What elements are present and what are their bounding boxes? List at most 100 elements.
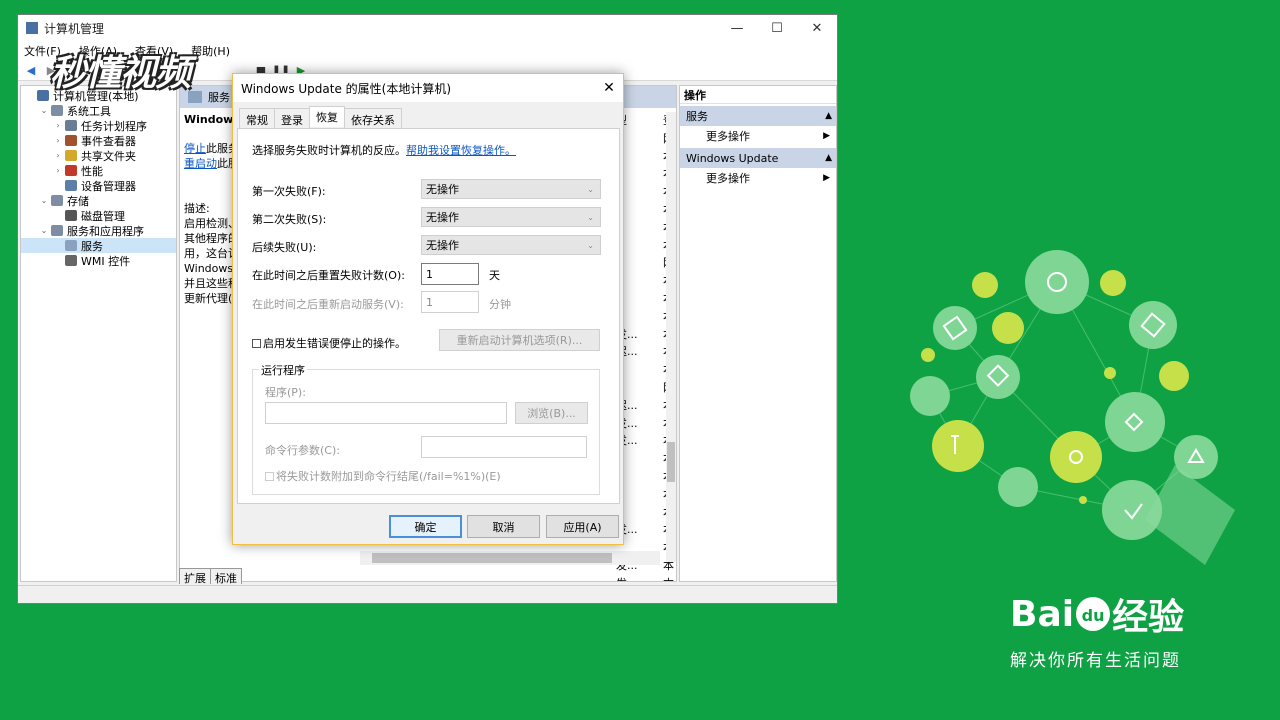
- browse-button[interactable]: 浏览(B)...: [515, 402, 588, 424]
- tree-node-label: 性能: [81, 164, 103, 178]
- chevron-down-icon: ⌄: [587, 184, 594, 194]
- second-failure-select[interactable]: 无操作 ⌄: [421, 207, 601, 227]
- tree-expander-icon[interactable]: ›: [53, 166, 63, 175]
- tab-extended[interactable]: 扩展: [179, 568, 211, 585]
- append-fail-count-row[interactable]: 将失败计数附加到命令行结尾(/fail=%1%)(E): [265, 468, 501, 484]
- submenu-arrow-icon: ▶: [823, 131, 830, 141]
- tree-node-label: 服务: [81, 239, 103, 253]
- subsequent-failure-select[interactable]: 无操作 ⌄: [421, 235, 601, 255]
- reset-count-unit: 天: [489, 269, 500, 282]
- tree-node[interactable]: ⌄ 系统工具: [21, 103, 176, 118]
- section-title: Windows Update: [686, 151, 779, 165]
- tree-node[interactable]: ⌄ 存储: [21, 193, 176, 208]
- more-actions-label: 更多操作: [706, 172, 750, 185]
- ok-button[interactable]: 确定: [389, 515, 462, 538]
- command-args-input[interactable]: [421, 436, 587, 458]
- minimize-button[interactable]: —: [717, 15, 757, 41]
- reset-count-label: 在此时间之后重置失败计数(O):: [252, 269, 405, 282]
- tree-node[interactable]: › 事件查看器: [21, 133, 176, 148]
- computer-management-icon: [26, 22, 38, 34]
- help-link[interactable]: 帮助我设置恢复操作。: [406, 144, 516, 157]
- collapse-icon: ▲: [825, 153, 832, 163]
- reset-count-input[interactable]: 1: [421, 263, 479, 285]
- program-label: 程序(P):: [265, 386, 306, 399]
- more-actions-label: 更多操作: [706, 130, 750, 143]
- tree-node[interactable]: 磁盘管理: [21, 208, 176, 223]
- tree-expander-icon[interactable]: ⌄: [39, 196, 49, 205]
- tree-expander-icon[interactable]: ›: [53, 121, 63, 130]
- tree-node-icon: [65, 210, 77, 221]
- lightbulb-network-illustration: [910, 250, 1235, 565]
- more-actions-item[interactable]: 更多操作 ▶: [680, 168, 836, 188]
- vertical-scrollbar[interactable]: [666, 112, 676, 562]
- window-title: 计算机管理: [44, 21, 105, 36]
- tree-node-icon: [51, 225, 63, 236]
- tree-node[interactable]: › 任务计划程序: [21, 118, 176, 133]
- tree-expander-icon[interactable]: ›: [53, 136, 63, 145]
- close-button[interactable]: ✕: [797, 15, 837, 41]
- restart-computer-options-button[interactable]: 重新启动计算机选项(R)...: [439, 329, 600, 351]
- tree-node-icon: [51, 195, 63, 206]
- tab-recovery[interactable]: 恢复: [309, 106, 345, 127]
- back-icon[interactable]: ◀: [22, 63, 40, 79]
- scroll-thumb[interactable]: [372, 553, 612, 563]
- tree-node[interactable]: WMI 控件: [21, 253, 176, 268]
- tree-expander-icon[interactable]: ⌄: [39, 106, 49, 115]
- table-row[interactable]: 发... 本: [616, 575, 674, 581]
- tree-node-label: 事件查看器: [81, 134, 136, 148]
- tree-node-label: 设备管理器: [81, 179, 136, 193]
- section-title: 服务: [686, 110, 708, 123]
- append-fail-count-label: 将失败计数附加到命令行结尾(/fail=%1%)(E): [276, 470, 501, 483]
- run-program-group-title: 运行程序: [259, 362, 307, 378]
- menu-help[interactable]: 帮助(H): [191, 43, 230, 59]
- tree-expander-icon[interactable]: ›: [53, 151, 63, 160]
- enable-stop-actions-row[interactable]: 启用发生错误便停止的操作。: [252, 335, 406, 351]
- command-args-label: 命令行参数(C):: [265, 444, 340, 457]
- apply-button[interactable]: 应用(A): [546, 515, 619, 538]
- restart-service-link[interactable]: 重启动: [184, 157, 217, 170]
- tree-node-label: 共享文件夹: [81, 149, 136, 163]
- actions-section-windows-update[interactable]: Windows Update ▲: [680, 148, 836, 168]
- subsequent-failure-value: 无操作: [426, 239, 459, 252]
- more-actions-item[interactable]: 更多操作 ▶: [680, 126, 836, 146]
- maximize-button[interactable]: ☐: [757, 15, 797, 41]
- first-failure-label: 第一次失败(F):: [252, 185, 326, 198]
- service-properties-dialog: Windows Update 的属性(本地计算机) ✕ 常规 登录 恢复 依存关…: [232, 73, 624, 545]
- chevron-down-icon: ⌄: [587, 212, 594, 222]
- second-failure-label: 第二次失败(S):: [252, 213, 327, 226]
- horizontal-scrollbar[interactable]: [360, 551, 660, 565]
- tree-node-icon: [65, 240, 77, 251]
- video-watermark-logo: 秒懂视频: [50, 52, 191, 94]
- intro-text: 选择服务失败时计算机的反应。: [252, 144, 406, 157]
- restart-service-label: 在此时间之后重新启动服务(V):: [252, 298, 404, 311]
- collapse-icon: ▲: [825, 111, 832, 121]
- first-failure-select[interactable]: 无操作 ⌄: [421, 179, 601, 199]
- console-tree: 计算机管理(本地) ⌄ 系统工具 › 任务计划程序 › 事件查看器 › 共享文件夹 › 性能 设备管理…: [20, 85, 177, 582]
- dialog-title: Windows Update 的属性(本地计算机): [241, 81, 452, 96]
- dialog-close-button[interactable]: ✕: [595, 80, 623, 96]
- tree-node[interactable]: 服务: [21, 238, 176, 253]
- restart-service-input[interactable]: 1: [421, 291, 479, 313]
- paw-icon: du: [1076, 597, 1111, 631]
- cancel-button[interactable]: 取消: [467, 515, 540, 538]
- scroll-thumb[interactable]: [667, 442, 675, 482]
- program-input[interactable]: [265, 402, 507, 424]
- tree-node-icon: [37, 90, 49, 101]
- view-tabs: 扩展 标准: [179, 568, 242, 585]
- tree-node[interactable]: ⌄ 服务和应用程序: [21, 223, 176, 238]
- tree-node-icon: [65, 150, 77, 161]
- tree-node[interactable]: › 共享文件夹: [21, 148, 176, 163]
- actions-section-services[interactable]: 服务 ▲: [680, 106, 836, 126]
- restart-service-unit: 分钟: [489, 298, 511, 311]
- recovery-tab-panel: 选择服务失败时计算机的反应。帮助我设置恢复操作。 第一次失败(F): 无操作 ⌄ …: [237, 128, 620, 504]
- actions-header: 操作: [680, 86, 836, 104]
- tab-standard[interactable]: 标准: [210, 568, 242, 585]
- logon-as-cell: 本: [663, 575, 674, 581]
- stop-service-link[interactable]: 停止: [184, 142, 206, 155]
- tree-node[interactable]: › 性能: [21, 163, 176, 178]
- tree-node[interactable]: 设备管理器: [21, 178, 176, 193]
- tree-node-label: 服务和应用程序: [67, 224, 144, 238]
- append-fail-count-checkbox[interactable]: [265, 471, 274, 481]
- enable-stop-checkbox[interactable]: [252, 338, 261, 348]
- tree-expander-icon[interactable]: ⌄: [39, 226, 49, 235]
